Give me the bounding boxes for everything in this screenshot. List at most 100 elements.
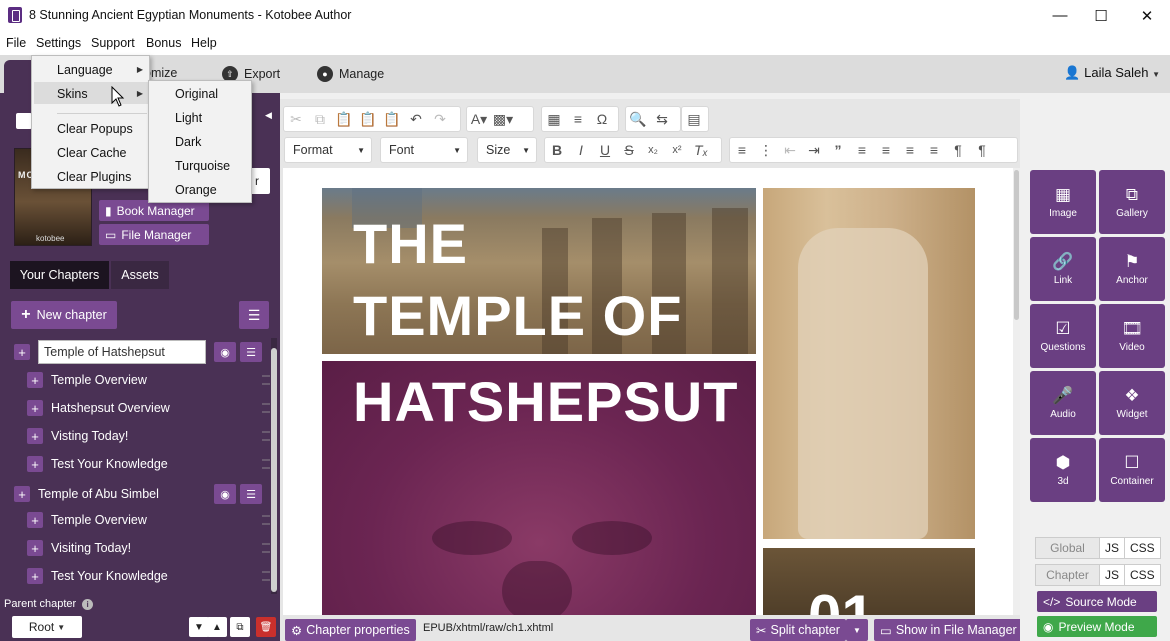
- chapter-row[interactable]: + Temple of Abu Simbel ◉ ☰: [14, 484, 262, 504]
- widget-container[interactable]: ☐ Container: [1099, 438, 1165, 502]
- skin-light[interactable]: Light: [175, 111, 202, 125]
- page-title-line2[interactable]: TEMPLE OF: [353, 288, 682, 344]
- redo-icon[interactable]: ↷: [428, 107, 452, 131]
- section-row[interactable]: + Visting Today!: [27, 428, 128, 444]
- size-select[interactable]: Size ▼: [477, 137, 537, 163]
- widget-image[interactable]: ▦ Image: [1030, 170, 1096, 234]
- add-subsection-icon[interactable]: +: [27, 456, 43, 472]
- skin-dark[interactable]: Dark: [175, 135, 201, 149]
- section-row[interactable]: + Temple Overview: [27, 512, 147, 528]
- global-js-button[interactable]: JS: [1100, 538, 1126, 558]
- drag-handle-icon[interactable]: [262, 375, 270, 385]
- skin-original[interactable]: Original: [175, 87, 218, 101]
- widget-anchor[interactable]: ⚑ Anchor: [1099, 237, 1165, 301]
- widget-widget[interactable]: ❖ Widget: [1099, 371, 1165, 435]
- chapter-js-button[interactable]: JS: [1100, 565, 1126, 585]
- menu-settings[interactable]: Settings: [36, 36, 81, 50]
- minimize-icon[interactable]: —: [1037, 0, 1083, 31]
- add-subsection-icon[interactable]: +: [27, 400, 43, 416]
- superscript-icon[interactable]: x²: [665, 138, 689, 162]
- drag-handle-icon[interactable]: [262, 571, 270, 581]
- preview-mode-button[interactable]: ◉ Preview Mode: [1037, 616, 1157, 637]
- menu-item-clear-cache[interactable]: Clear Cache: [57, 146, 126, 160]
- underline-icon[interactable]: U: [593, 138, 617, 162]
- widget-questions[interactable]: ☑ Questions: [1030, 304, 1096, 368]
- clear-formatting-icon[interactable]: Tₓ: [689, 138, 713, 162]
- section-row[interactable]: + Test Your Knowledge: [27, 568, 168, 584]
- menu-bonus[interactable]: Bonus: [146, 36, 181, 50]
- table-icon[interactable]: ▦: [542, 107, 566, 131]
- section-row[interactable]: + Test Your Knowledge: [27, 456, 168, 472]
- menu-help[interactable]: Help: [191, 36, 217, 50]
- book-manager-button[interactable]: ▮ Book Manager: [99, 200, 209, 221]
- horizontal-rule-icon[interactable]: ≡: [566, 107, 590, 131]
- text-color-icon[interactable]: A▾: [467, 107, 491, 131]
- section-row[interactable]: + Hatshepsut Overview: [27, 400, 170, 416]
- eye-icon[interactable]: ◉: [214, 484, 236, 504]
- menu-item-language[interactable]: Language: [57, 63, 113, 77]
- drag-handle-icon[interactable]: [262, 515, 270, 525]
- add-section-icon[interactable]: +: [14, 486, 30, 502]
- add-subsection-icon[interactable]: +: [27, 540, 43, 556]
- drag-handle-icon[interactable]: [262, 431, 270, 441]
- widget-3d[interactable]: ⬢ 3d: [1030, 438, 1096, 502]
- canvas-scroll-thumb[interactable]: [1014, 170, 1019, 320]
- add-subsection-icon[interactable]: +: [27, 568, 43, 584]
- panel-toggle-icon[interactable]: [16, 113, 32, 129]
- drag-handle-icon[interactable]: [262, 543, 270, 553]
- move-down-icon[interactable]: ▼: [189, 617, 209, 637]
- widget-video[interactable]: 🎞 Video: [1099, 304, 1165, 368]
- paste-icon[interactable]: 📋: [332, 107, 356, 131]
- close-icon[interactable]: ✕: [1124, 0, 1170, 31]
- widget-gallery[interactable]: ⧉ Gallery: [1099, 170, 1165, 234]
- menu-item-clear-plugins[interactable]: Clear Plugins: [57, 170, 131, 184]
- split-chapter-button[interactable]: ✂ Split chapter: [750, 619, 846, 641]
- background-color-icon[interactable]: ▩▾: [491, 107, 515, 131]
- copy-icon[interactable]: ⧉: [308, 107, 332, 131]
- user-menu[interactable]: 👤 Laila Saleh ▼: [1064, 65, 1160, 81]
- section-row[interactable]: + Temple Overview: [27, 372, 147, 388]
- show-in-file-manager-button[interactable]: ▭ Show in File Manager: [874, 619, 1023, 641]
- align-center-icon[interactable]: ≡: [874, 138, 898, 162]
- tab-manage[interactable]: ● Manage: [317, 66, 384, 82]
- chapter-menu-icon[interactable]: ☰: [240, 484, 262, 504]
- duplicate-icon[interactable]: ⧉: [230, 617, 250, 637]
- add-subsection-icon[interactable]: +: [27, 512, 43, 528]
- add-section-icon[interactable]: +: [14, 344, 30, 360]
- move-up-icon[interactable]: ▲: [207, 617, 227, 637]
- paste-text-icon[interactable]: 📋: [356, 107, 380, 131]
- numbered-list-icon[interactable]: ≡: [730, 138, 754, 162]
- chapter-properties-button[interactable]: ⚙ Chapter properties: [285, 619, 416, 641]
- skin-orange[interactable]: Orange: [175, 183, 217, 197]
- align-justify-icon[interactable]: ≡: [922, 138, 946, 162]
- show-blocks-icon[interactable]: ▤: [682, 107, 706, 131]
- tab-your-chapters[interactable]: Your Chapters: [10, 261, 109, 289]
- delete-trash-icon[interactable]: 🗑: [256, 617, 276, 637]
- chapter-title-input[interactable]: Temple of Hatshepsut: [38, 340, 206, 364]
- italic-icon[interactable]: I: [569, 138, 593, 162]
- widget-audio[interactable]: 🎤 Audio: [1030, 371, 1096, 435]
- tab-assets[interactable]: Assets: [111, 261, 169, 289]
- new-chapter-button[interactable]: + New chapter: [11, 301, 117, 329]
- add-subsection-icon[interactable]: +: [27, 428, 43, 444]
- bullet-list-icon[interactable]: ⋮: [754, 138, 778, 162]
- strikethrough-icon[interactable]: S: [617, 138, 641, 162]
- source-mode-button[interactable]: </> Source Mode: [1037, 591, 1157, 612]
- chapter-list-menu-button[interactable]: ☰: [239, 301, 269, 329]
- chapter-list-scroll-thumb[interactable]: [271, 348, 277, 592]
- maximize-icon[interactable]: ☐: [1078, 0, 1124, 31]
- menu-support[interactable]: Support: [91, 36, 135, 50]
- search-icon[interactable]: 🔍: [626, 107, 650, 131]
- split-chapter-dropdown[interactable]: ▼: [846, 619, 868, 641]
- skin-turquoise[interactable]: Turquoise: [175, 159, 230, 173]
- font-select[interactable]: Font ▼: [380, 137, 468, 163]
- align-left-icon[interactable]: ≡: [850, 138, 874, 162]
- ltr-icon[interactable]: ¶: [946, 138, 970, 162]
- undo-icon[interactable]: ↶: [404, 107, 428, 131]
- info-icon[interactable]: i: [82, 598, 94, 610]
- chapter-menu-icon[interactable]: ☰: [240, 342, 262, 362]
- format-select[interactable]: Format ▼: [284, 137, 372, 163]
- special-char-omega-icon[interactable]: Ω: [590, 107, 614, 131]
- page-title-line1[interactable]: THE: [353, 216, 468, 272]
- page-title-line3[interactable]: HATSHEPSUT: [353, 374, 738, 430]
